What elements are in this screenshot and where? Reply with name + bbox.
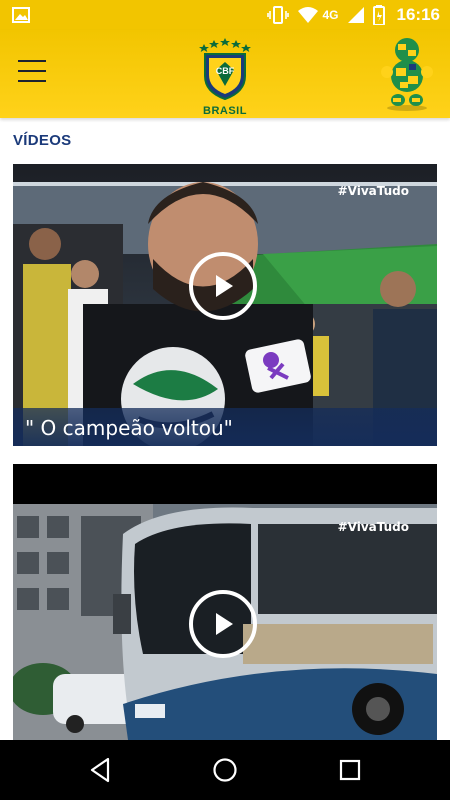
status-icons: 4G 16:16 xyxy=(266,0,440,30)
menu-button[interactable] xyxy=(18,60,46,86)
cbf-crest-icon: CBF xyxy=(199,38,251,101)
hashtag-label: #VivaTudo xyxy=(337,184,409,198)
recent-apps-button[interactable] xyxy=(337,757,363,783)
video-caption-bar: " O campeão voltou" xyxy=(13,408,437,446)
home-icon xyxy=(213,758,237,782)
play-button[interactable] xyxy=(189,252,257,320)
video-card[interactable]: #VivaTudo " O campeão voltou" xyxy=(13,164,437,446)
battery-icon xyxy=(372,5,385,25)
back-button[interactable] xyxy=(88,757,114,783)
cbf-logo-text: CBF xyxy=(216,66,235,76)
app-header: CBF BRASIL xyxy=(0,30,450,118)
recent-apps-icon xyxy=(339,759,361,781)
menu-icon xyxy=(18,60,46,82)
video-caption: " O campeão voltou" xyxy=(25,416,233,440)
status-bar: 4G 16:16 xyxy=(0,0,450,30)
vibrate-icon xyxy=(266,6,289,24)
back-icon xyxy=(90,757,110,783)
brand-label: BRASIL xyxy=(203,105,247,117)
navigation-bar xyxy=(0,740,450,800)
play-icon xyxy=(216,613,233,635)
play-button[interactable] xyxy=(189,590,257,658)
play-icon xyxy=(216,275,233,297)
wifi-icon xyxy=(297,7,318,23)
network-type: 4G xyxy=(322,8,339,22)
home-button[interactable] xyxy=(212,757,238,783)
mascot-icon[interactable] xyxy=(378,36,436,112)
clock: 16:16 xyxy=(396,5,440,24)
signal-icon xyxy=(347,7,364,23)
video-card[interactable]: #VivaTudo xyxy=(13,464,437,740)
image-icon xyxy=(12,7,30,23)
hashtag-label: #VivaTudo xyxy=(337,520,409,534)
section-title: VÍDEOS xyxy=(13,132,72,149)
cbf-logo[interactable]: CBF BRASIL xyxy=(196,38,254,117)
